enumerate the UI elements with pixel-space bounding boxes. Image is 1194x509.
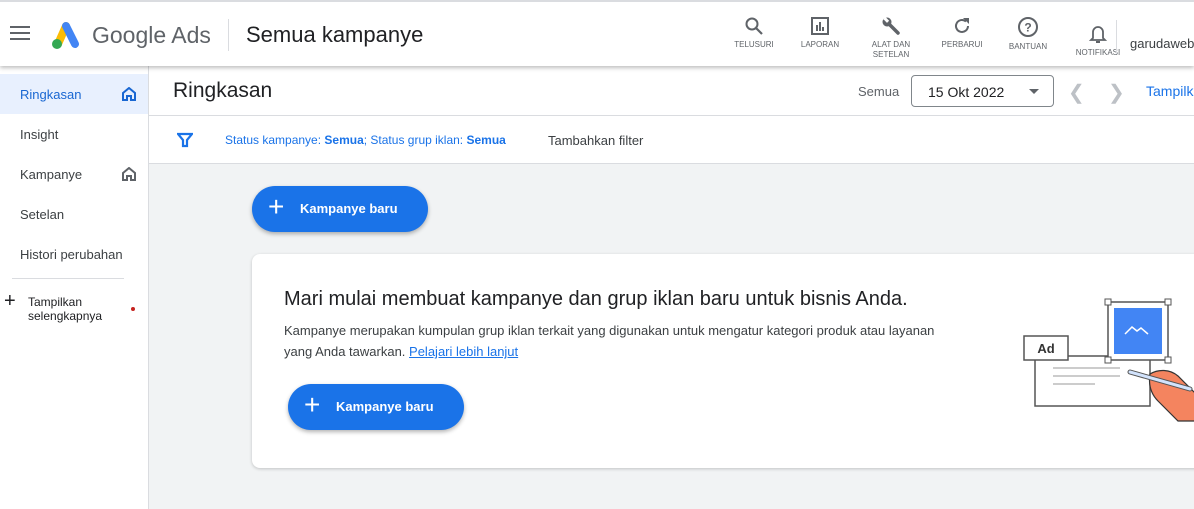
new-campaign-button[interactable]: + Kampanye baru <box>252 186 428 232</box>
card-description: Kampanye merupakan kumpulan grup iklan t… <box>284 320 964 362</box>
chevron-left-icon[interactable]: ❮ <box>1068 80 1085 105</box>
sidebar-item-label: Insight <box>20 127 59 142</box>
brand-name: Google Ads <box>92 22 211 48</box>
sidebar-item-label: Setelan <box>20 207 65 222</box>
plus-icon: + <box>304 389 321 420</box>
sidebar: Ringkasan Insight Kampanye Setelan Histo… <box>0 66 149 509</box>
date-picker[interactable]: 15 Okt 2022 <box>911 75 1054 107</box>
show-more-label: Tampilkan selengkapnya <box>28 295 103 323</box>
add-filter-button[interactable]: Tambahkan filter <box>548 133 643 148</box>
sidebar-item-ringkasan[interactable]: Ringkasan <box>0 74 148 114</box>
plus-icon: + <box>4 290 16 312</box>
refresh-button[interactable]: PERBARUI <box>932 16 992 50</box>
sidebar-item-kampanye[interactable]: Kampanye <box>0 154 148 194</box>
notifications-button[interactable]: NOTIFIKASI <box>1068 24 1128 58</box>
divider <box>12 278 124 279</box>
filter-value: Semua <box>324 133 364 147</box>
help-icon: ? <box>1018 17 1038 37</box>
tool-label: PERBARUI <box>941 40 983 49</box>
filter-bar: Status kampanye: Semua; Status grup ikla… <box>149 116 1194 164</box>
svg-text:?: ? <box>1024 21 1031 35</box>
top-bar: Google Ads Semua kampanye TELUSURI LAPOR… <box>0 0 1194 66</box>
view-button[interactable]: Tampilk <box>1146 83 1193 99</box>
active-filter[interactable]: Status kampanye: Semua; Status grup ikla… <box>225 133 506 147</box>
notification-dot <box>131 307 135 311</box>
tool-label: TELUSURI <box>734 40 774 49</box>
learn-more-link[interactable]: Pelajari lebih lanjut <box>409 344 518 359</box>
sidebar-item-histori[interactable]: Histori perubahan <box>0 234 148 274</box>
sidebar-item-label: Kampanye <box>20 167 83 182</box>
caret-down-icon <box>1029 89 1039 94</box>
home-icon <box>122 87 136 101</box>
sidebar-item-label: Ringkasan <box>20 87 82 102</box>
divider <box>1116 20 1117 54</box>
filter-value: Semua <box>466 133 506 147</box>
plus-icon: + <box>268 191 285 222</box>
tool-label: LAPORAN <box>800 40 840 49</box>
reports-button[interactable]: LAPORAN <box>790 16 850 50</box>
refresh-icon <box>955 18 969 33</box>
tool-label: BANTUAN <box>1008 42 1048 51</box>
date-range-label: Semua <box>858 84 900 99</box>
tools-settings-button[interactable]: ALAT DAN SETELAN <box>861 16 921 60</box>
filter-label: ; Status grup iklan: <box>363 133 467 147</box>
help-button[interactable]: ? BANTUAN <box>998 16 1058 52</box>
sidebar-item-setelan[interactable]: Setelan <box>0 194 148 234</box>
get-started-card: Mari mulai membuat kampanye dan grup ikl… <box>252 254 1194 468</box>
search-icon <box>745 17 763 35</box>
wrench-icon <box>882 17 900 35</box>
sidebar-item-insight[interactable]: Insight <box>0 114 148 154</box>
page-context-title: Semua kampanye <box>246 22 424 47</box>
card-title: Mari mulai membuat kampanye dan grup ikl… <box>284 288 908 310</box>
bell-icon <box>1089 26 1107 43</box>
report-icon <box>811 17 829 35</box>
sidebar-item-label: Histori perubahan <box>20 247 123 262</box>
chevron-right-icon[interactable]: ❯ <box>1108 80 1125 105</box>
google-ads-logo[interactable] <box>48 20 82 50</box>
card-new-campaign-button[interactable]: + Kampanye baru <box>288 384 464 430</box>
account-name[interactable]: garudaweb. <box>1130 36 1194 51</box>
filter-label: Status kampanye: <box>225 133 325 147</box>
home-icon <box>122 167 136 181</box>
tool-label: NOTIFIKASI <box>1075 48 1121 57</box>
page-header: Ringkasan Semua 15 Okt 2022 ❮ ❯ Tampilk <box>149 66 1194 116</box>
button-label: Kampanye baru <box>300 201 398 216</box>
tool-label: ALAT DAN SETELAN <box>871 40 911 59</box>
divider <box>228 19 229 51</box>
ad-illustration: Ad <box>1023 298 1194 422</box>
filter-icon[interactable] <box>177 132 193 148</box>
menu-icon[interactable] <box>10 26 30 44</box>
date-value: 15 Okt 2022 <box>928 84 1005 100</box>
button-label: Kampanye baru <box>336 399 434 414</box>
page-title: Ringkasan <box>173 79 273 102</box>
ad-label: Ad <box>1037 341 1054 356</box>
search-button[interactable]: TELUSURI <box>724 16 784 50</box>
card-body: Kampanye merupakan kumpulan grup iklan t… <box>284 323 935 359</box>
